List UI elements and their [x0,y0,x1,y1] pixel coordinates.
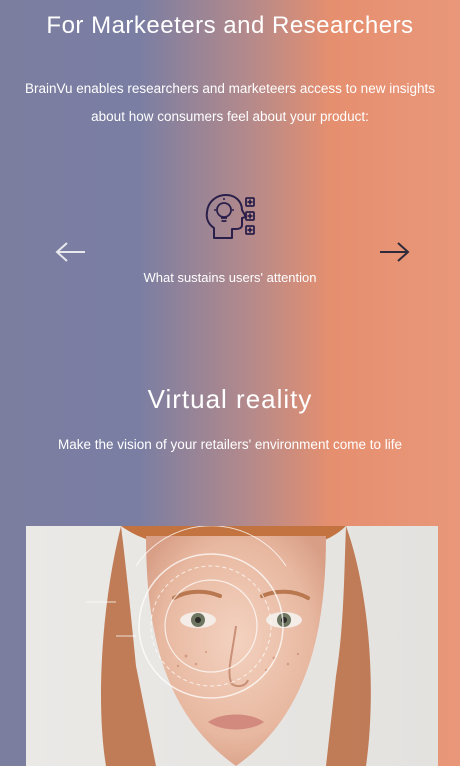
page: For Markeeters and Researchers BrainVu e… [0,0,460,766]
vr-section-subtitle: Make the vision of your retailers' envir… [58,437,402,452]
carousel-next-button[interactable] [376,240,410,264]
carousel-prev-button[interactable] [55,240,89,264]
arrow-right-icon [380,242,410,262]
feature-carousel: What sustains users' attention [0,190,460,300]
vr-section-title: Virtual reality [147,384,313,414]
head-lightbulb-icon [200,190,264,246]
hero-face-image [26,526,438,766]
feature-label: What sustains users' attention [143,270,317,285]
intro-text: BrainVu enables researchers and marketee… [25,81,435,124]
arrow-left-icon [55,242,85,262]
page-title: For Markeeters and Researchers [46,12,414,39]
